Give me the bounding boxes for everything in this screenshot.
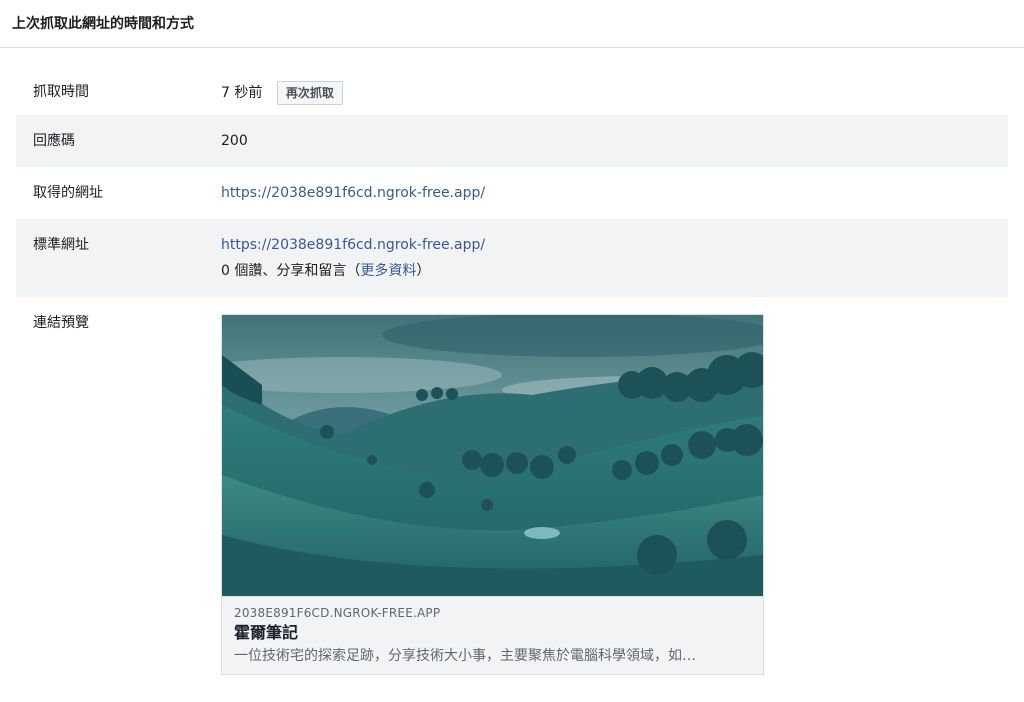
preview-description: 一位技術宅的探索足跡，分享技術大小事，主要聚焦於電腦科學領域，如… [234,648,696,664]
fetched-url-link[interactable]: https://2038e891f6cd.ngrok-free.app/ [221,185,485,201]
row-fetch-time: 抓取時間 7 秒前 再次抓取 [16,71,1008,115]
preview-landscape-image [222,315,763,597]
preview-title: 霍爾筆記 [234,623,299,642]
row-fetched-url: 取得的網址 https://2038e891f6cd.ngrok-free.ap… [16,167,1008,219]
canonical-url-label: 標準網址 [33,237,89,253]
response-code-value: 200 [221,133,248,149]
fetch-time-value: 7 秒前 [221,85,263,101]
scrape-again-button[interactable]: 再次抓取 [276,81,343,105]
row-link-preview: 連結預覽 2038E891F6CD.NGROK-FREE.APP 霍爾筆記 一位… [16,297,1008,685]
fetched-url-label: 取得的網址 [33,185,103,201]
section-title: 上次抓取此網址的時間和方式 [12,15,194,32]
canonical-url-link[interactable]: https://2038e891f6cd.ngrok-free.app/ [221,237,485,253]
row-canonical-url: 標準網址 https://2038e891f6cd.ngrok-free.app… [16,219,1008,297]
fetch-time-value-container: 7 秒前 再次抓取 [221,81,343,105]
preview-domain: 2038E891F6CD.NGROK-FREE.APP [234,606,441,620]
section-header: 上次抓取此網址的時間和方式 [0,0,1024,48]
fetch-time-label: 抓取時間 [33,84,89,100]
engagement-count: 0 個讚、分享和留言（ [221,263,361,279]
link-preview-text: 2038E891F6CD.NGROK-FREE.APP 霍爾筆記 一位技術宅的探… [222,597,763,674]
scrape-info-table: 抓取時間 7 秒前 再次抓取 回應碼 200 取得的網址 https://203… [16,71,1008,685]
response-code-label: 回應碼 [33,133,75,149]
link-preview-label: 連結預覽 [33,315,89,331]
link-preview-card[interactable]: 2038E891F6CD.NGROK-FREE.APP 霍爾筆記 一位技術宅的探… [221,314,764,675]
more-info-link[interactable]: 更多資料 [360,263,416,279]
row-response-code: 回應碼 200 [16,115,1008,167]
engagement-line: 0 個讚、分享和留言（更多資料） [221,260,485,282]
engagement-suffix: ） [416,263,431,279]
